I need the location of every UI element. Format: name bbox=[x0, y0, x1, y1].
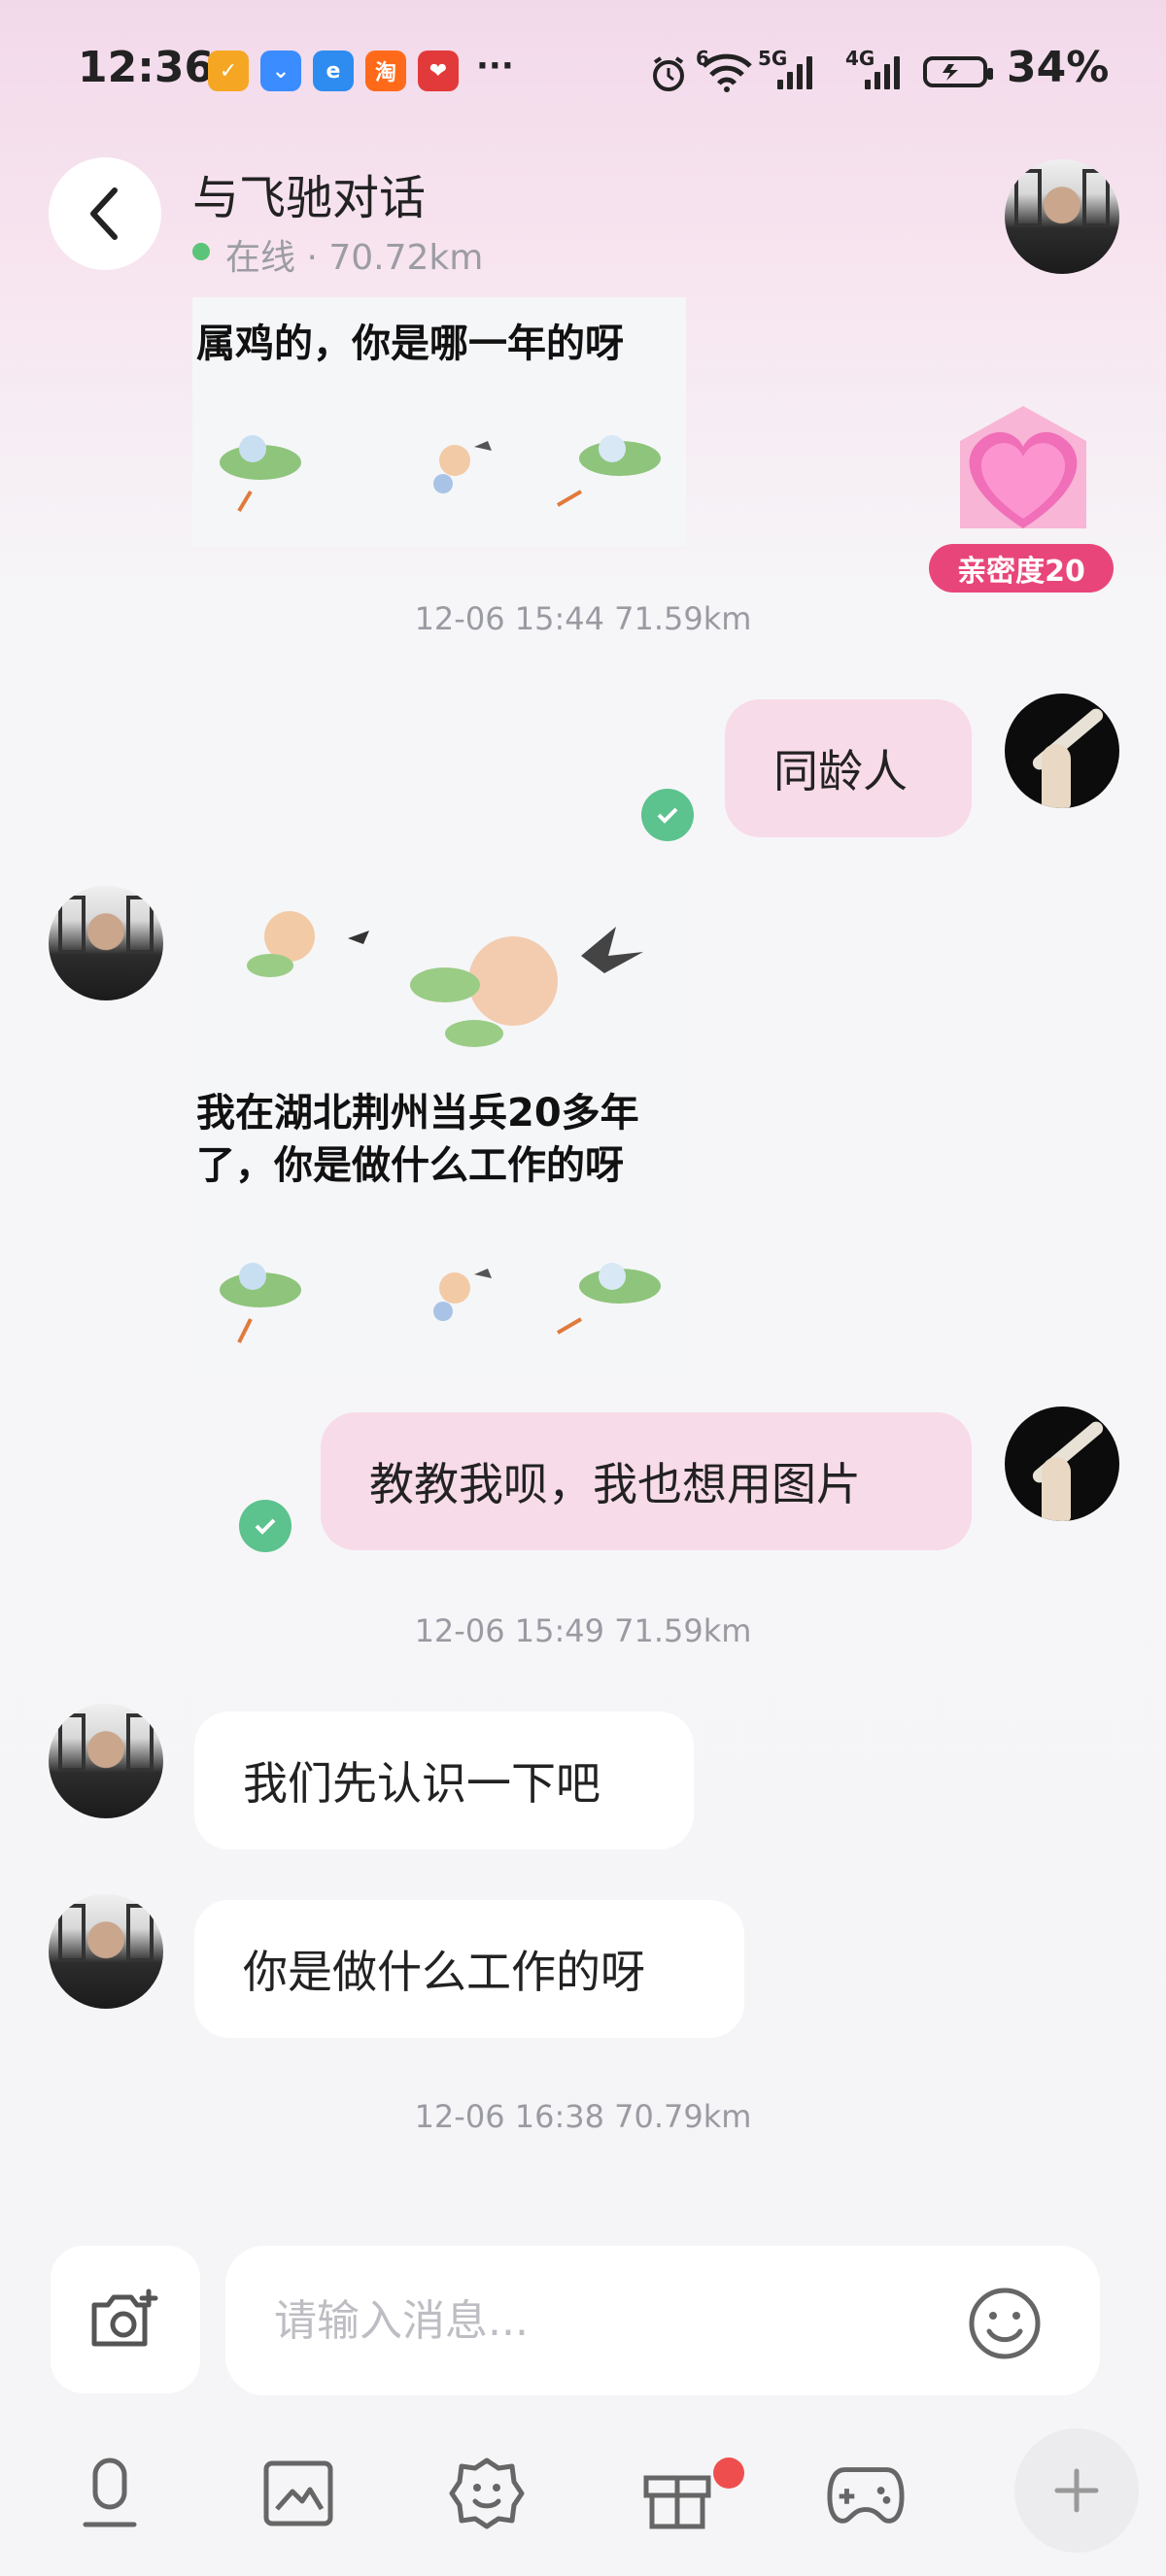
timestamp-1: 12-06 15:44 71.59km bbox=[414, 600, 752, 637]
sent-message-2-text: 教教我呗，我也想用图片 bbox=[369, 1458, 861, 1510]
back-button[interactable] bbox=[49, 157, 161, 270]
timestamp-3: 12-06 16:38 70.79km bbox=[414, 2098, 752, 2135]
my-avatar[interactable] bbox=[1005, 1407, 1119, 1521]
microphone-icon bbox=[83, 2457, 137, 2527]
app-icon-taobao: 淘 bbox=[365, 51, 406, 91]
image-message-2[interactable]: 我在湖北荆州当兵20多年 了，你是做什么工作的呀 bbox=[192, 878, 686, 1373]
timestamp-2: 12-06 15:49 71.59km bbox=[414, 1612, 752, 1649]
emoji-button[interactable] bbox=[966, 2285, 1044, 2362]
online-status-distance: 在线 · 70.72km bbox=[225, 238, 484, 278]
battery-percentage: 34% bbox=[1007, 43, 1110, 92]
app-icon-orange: ✓ bbox=[208, 51, 249, 91]
contact-avatar-header[interactable] bbox=[1005, 159, 1119, 274]
received-message-2-text: 你是做什么工作的呀 bbox=[243, 1946, 645, 1998]
voice-button[interactable] bbox=[70, 2454, 150, 2533]
album-button[interactable] bbox=[258, 2454, 338, 2533]
online-indicator bbox=[192, 243, 210, 260]
received-message-1[interactable]: 我们先认识一下吧 bbox=[194, 1712, 694, 1849]
camera-button[interactable] bbox=[51, 2246, 200, 2393]
contact-avatar[interactable] bbox=[49, 1704, 163, 1818]
more-button[interactable] bbox=[1014, 2428, 1139, 2553]
app-icon-red: ❤ bbox=[418, 51, 459, 91]
image-message-1[interactable]: 属鸡的，你是哪一年的呀 bbox=[192, 297, 686, 546]
lotus-decoration-icon bbox=[220, 1263, 661, 1343]
intimacy-heart-icon[interactable] bbox=[941, 402, 1106, 548]
image-gallery-icon bbox=[263, 2460, 333, 2526]
contact-avatar[interactable] bbox=[49, 886, 163, 1000]
signal-5g-icon bbox=[777, 56, 812, 89]
plus-icon bbox=[1054, 2468, 1099, 2513]
rose-swallow-decoration-icon bbox=[247, 911, 643, 1047]
app-icon-blue: ⌄ bbox=[260, 51, 301, 91]
camera-add-icon bbox=[91, 2288, 158, 2347]
notification-dot bbox=[713, 2457, 744, 2489]
gamepad-icon bbox=[827, 2467, 905, 2524]
contact-avatar[interactable] bbox=[49, 1894, 163, 2009]
more-notifications-icon: ··· bbox=[476, 47, 514, 85]
status-time: 12:36 bbox=[78, 43, 215, 92]
read-check-icon bbox=[641, 789, 694, 841]
signal-4g-icon bbox=[865, 56, 900, 89]
chat-title: 与飞驰对话 bbox=[192, 171, 427, 225]
chevron-left-icon bbox=[90, 187, 118, 240]
image-message-2-text-line2: 了，你是做什么工作的呀 bbox=[196, 1143, 624, 1188]
lotus-decoration-icon bbox=[220, 435, 661, 513]
read-check-icon bbox=[239, 1500, 292, 1552]
sticker-face-icon bbox=[449, 2457, 525, 2529]
alarm-icon bbox=[649, 54, 688, 97]
received-message-2[interactable]: 你是做什么工作的呀 bbox=[194, 1900, 744, 2038]
smiley-icon bbox=[969, 2288, 1041, 2359]
sent-message-1[interactable]: 同龄人 bbox=[725, 699, 972, 837]
game-button[interactable] bbox=[826, 2454, 906, 2533]
app-icon-eleme: e bbox=[313, 51, 354, 91]
my-avatar[interactable] bbox=[1005, 694, 1119, 808]
sent-message-1-text: 同龄人 bbox=[773, 745, 908, 797]
sent-message-2[interactable]: 教教我呗，我也想用图片 bbox=[321, 1412, 972, 1550]
image-message-2-text-line1: 我在湖北荆州当兵20多年 bbox=[196, 1091, 639, 1135]
gift-button[interactable] bbox=[637, 2454, 717, 2533]
battery-icon bbox=[923, 56, 993, 87]
intimacy-badge[interactable]: 亲密度20 bbox=[929, 544, 1114, 593]
sticker-button[interactable] bbox=[447, 2454, 527, 2533]
wifi-6-label: 6 bbox=[696, 47, 709, 70]
image-message-1-text: 属鸡的，你是哪一年的呀 bbox=[196, 322, 624, 366]
gift-icon bbox=[643, 2475, 711, 2529]
received-message-1-text: 我们先认识一下吧 bbox=[243, 1757, 600, 1810]
